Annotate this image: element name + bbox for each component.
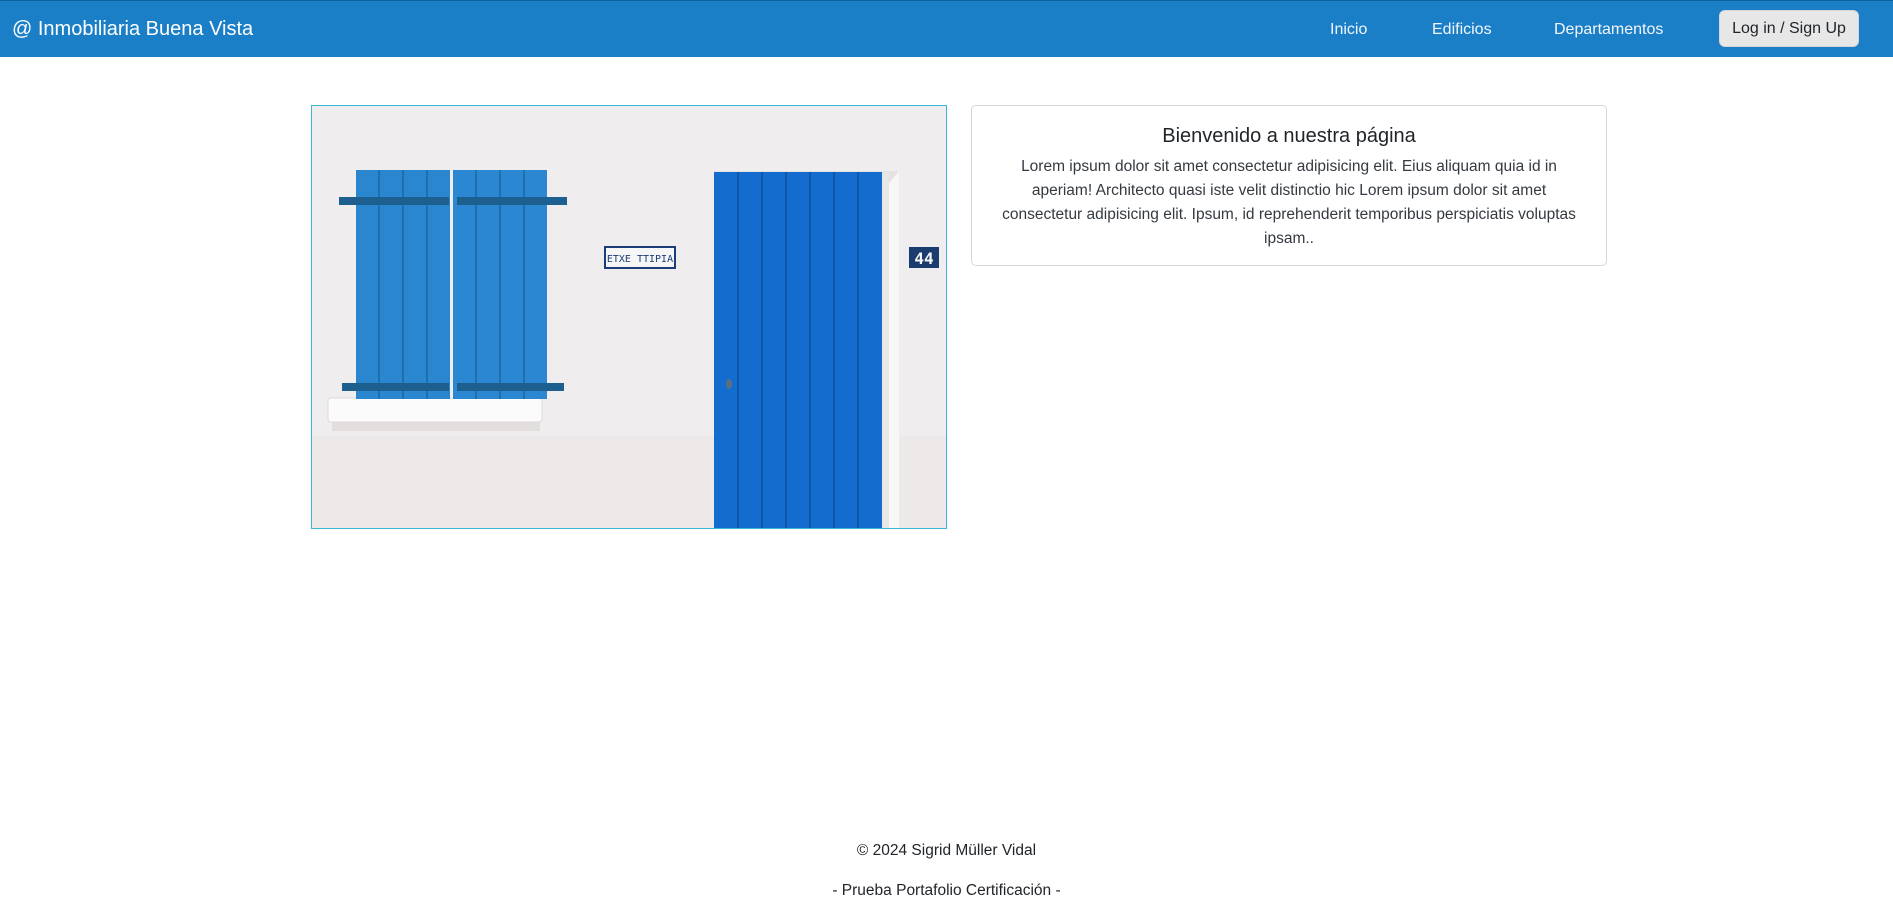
login-signup-button[interactable]: Log in / Sign Up [1719, 10, 1859, 47]
footer-copyright: © 2024 Sigrid Müller Vidal [856, 842, 1037, 859]
welcome-text: Lorem ipsum dolor sit amet consectetur a… [1002, 158, 1576, 247]
house-number-text: 44 [914, 249, 933, 268]
welcome-card: Bienvenido a nuestra página Lorem ipsum … [971, 105, 1607, 266]
brand-link[interactable]: @ Inmobiliaria Buena Vista [12, 18, 253, 41]
welcome-title: Bienvenido a nuestra página [1162, 125, 1416, 147]
hero-image: ETXE TTIPIA 44 [311, 105, 947, 529]
nav-link-departamentos[interactable]: Departamentos [1554, 21, 1663, 39]
nav-link-edificios[interactable]: Edificios [1432, 21, 1492, 39]
house-sign-text: ETXE TTIPIA [607, 254, 673, 265]
blue-door-and-window-photo: ETXE TTIPIA 44 [312, 106, 946, 528]
nav-link-inicio[interactable]: Inicio [1330, 21, 1367, 39]
footer-subtitle: - Prueba Portafolio Certificación - [832, 882, 1061, 899]
top-navbar: @ Inmobiliaria Buena Vista Inicio Edific… [0, 0, 1893, 57]
